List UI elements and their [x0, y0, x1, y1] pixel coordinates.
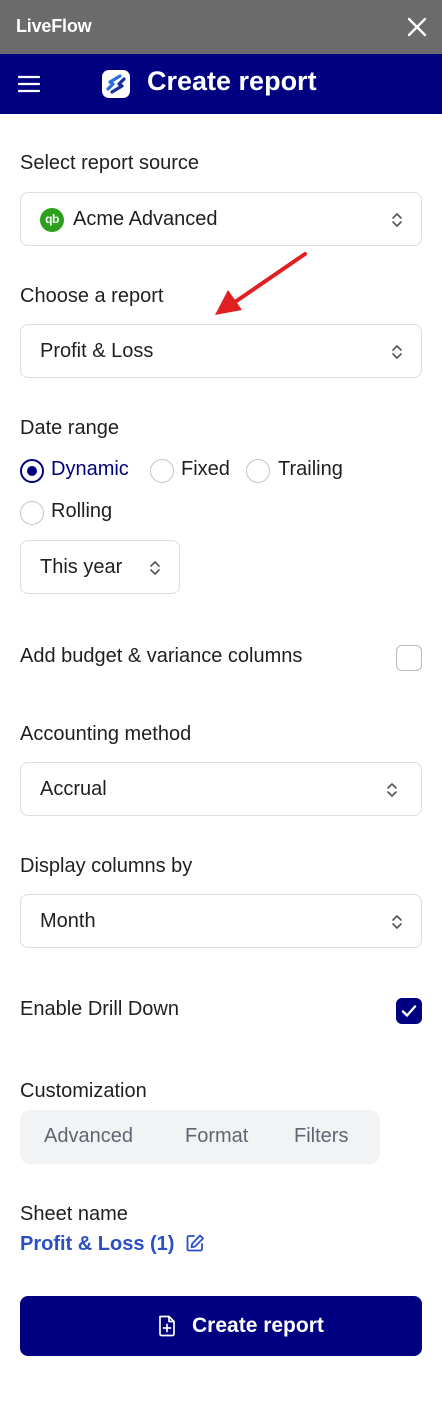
liveflow-logo-icon	[102, 70, 130, 98]
display-columns-value: Month	[40, 910, 96, 932]
radio-dynamic-label: Dynamic	[51, 458, 129, 480]
radio-trailing[interactable]	[246, 459, 270, 483]
create-report-button[interactable]: Create report	[20, 1296, 422, 1356]
radio-rolling[interactable]	[20, 501, 44, 525]
sheet-name-link[interactable]: Profit & Loss (1)	[20, 1233, 174, 1256]
date-range-label: Date range	[20, 417, 119, 439]
budget-checkbox[interactable]	[396, 645, 422, 671]
customization-tabs: Advanced Format Filters	[20, 1110, 380, 1164]
edit-icon[interactable]	[185, 1233, 205, 1253]
tab-advanced[interactable]: Advanced	[44, 1125, 133, 1148]
chevron-updown-icon	[392, 213, 402, 227]
page-title: Create report	[147, 66, 317, 96]
accounting-value: Accrual	[40, 778, 107, 800]
report-value: Profit & Loss	[40, 340, 154, 362]
report-select[interactable]: Profit & Loss	[20, 324, 422, 378]
customization-label: Customization	[20, 1080, 147, 1102]
quickbooks-icon: qb	[40, 208, 64, 232]
hamburger-menu-icon[interactable]	[18, 73, 40, 95]
radio-trailing-label: Trailing	[278, 458, 343, 480]
display-columns-select[interactable]: Month	[20, 894, 422, 948]
chevron-updown-icon	[387, 783, 397, 797]
display-columns-label: Display columns by	[20, 855, 193, 877]
window-titlebar: LiveFlow	[0, 0, 442, 54]
tab-format[interactable]: Format	[185, 1125, 248, 1148]
checkmark-icon	[401, 1005, 417, 1017]
sheet-name-label: Sheet name	[20, 1203, 128, 1225]
drill-down-label: Enable Drill Down	[20, 998, 179, 1020]
date-period-select[interactable]: This year	[20, 540, 180, 594]
tab-filters[interactable]: Filters	[294, 1125, 348, 1148]
radio-fixed-label: Fixed	[181, 458, 230, 480]
accounting-label: Accounting method	[20, 723, 192, 745]
annotation-arrow	[215, 252, 307, 315]
report-source-label: Select report source	[20, 152, 199, 174]
date-period-value: This year	[40, 556, 123, 578]
chevron-updown-icon	[150, 561, 160, 575]
budget-label: Add budget & variance columns	[20, 645, 303, 667]
radio-fixed[interactable]	[150, 459, 174, 483]
report-label: Choose a report	[20, 285, 164, 307]
report-source-value: Acme Advanced	[73, 208, 218, 230]
radio-dynamic[interactable]	[20, 459, 44, 483]
app-name: LiveFlow	[16, 16, 92, 36]
report-source-select[interactable]: qb Acme Advanced	[20, 192, 422, 246]
chevron-updown-icon	[392, 345, 402, 359]
drill-down-checkbox[interactable]	[396, 998, 422, 1024]
close-icon[interactable]	[404, 14, 430, 40]
accounting-select[interactable]: Accrual	[20, 762, 422, 816]
app-header: Create report	[0, 54, 442, 114]
chevron-updown-icon	[392, 915, 402, 929]
radio-rolling-label: Rolling	[51, 500, 113, 522]
quickbooks-icon-text: qb	[45, 212, 59, 226]
create-report-label: Create report	[192, 1314, 324, 1337]
file-plus-icon	[159, 1315, 175, 1337]
